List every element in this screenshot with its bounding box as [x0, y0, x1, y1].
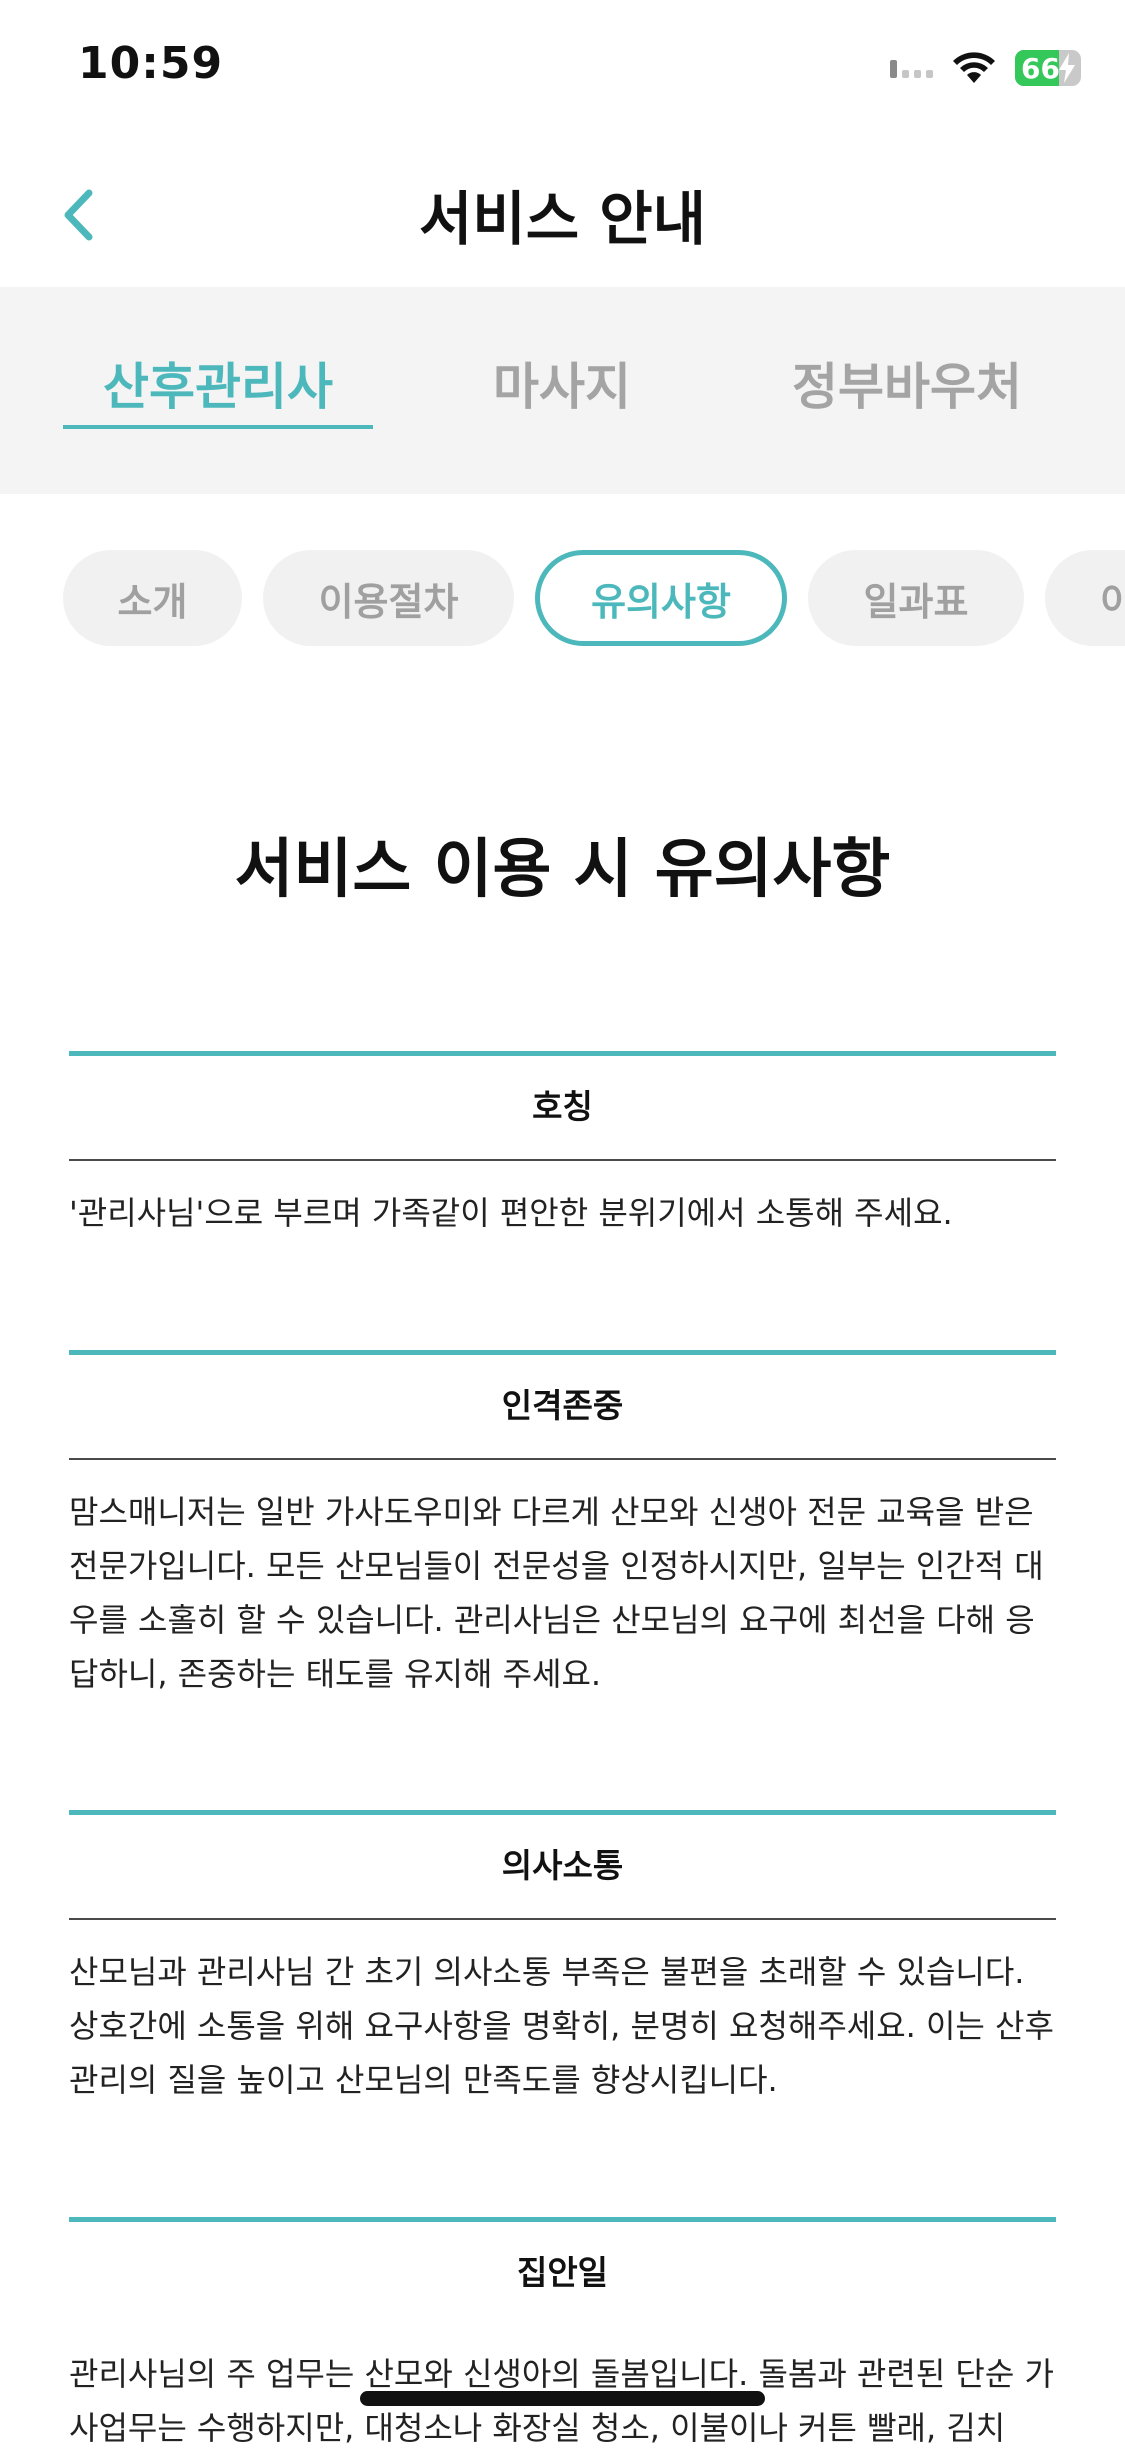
notice-body: 산모님과 관리사님 간 초기 의사소통 부족은 불편을 초래할 수 있습니다. … — [69, 1953, 1054, 2099]
section-divider — [69, 1458, 1056, 1460]
section-divider — [69, 1159, 1056, 1161]
subtab-procedure[interactable]: 이용절차 — [263, 550, 514, 646]
status-icons: 66 — [890, 48, 1081, 88]
wifi-icon — [953, 52, 995, 83]
active-tab-indicator — [63, 425, 373, 429]
notice-heading: 호칭 — [532, 1087, 593, 1126]
nav-bar: 서비스 안내 — [0, 150, 1125, 285]
charging-bolt-icon — [1059, 53, 1075, 83]
main-tab-bar: 산후관리사 마사지 정부바우처 — [0, 287, 1125, 494]
notice-body: '관리사님'으로 부르며 가족같이 편안한 분위기에서 소통해 주세요. — [69, 1194, 953, 1232]
battery-percent: 66 — [1021, 52, 1060, 85]
notice-body: 맘스매니저는 일반 가사도우미와 다르게 산모와 신생아 전문 교육을 받은 전… — [69, 1493, 1044, 1693]
notice-heading: 집안일 — [516, 2253, 609, 2292]
subtab-more[interactable]: 이 — [1045, 550, 1125, 646]
notice-heading: 의사소통 — [501, 1846, 624, 1885]
battery-icon: 66 — [1015, 50, 1081, 86]
page-title: 서비스 안내 — [419, 185, 706, 253]
notice-heading: 인격존중 — [501, 1386, 624, 1425]
subtab-precautions[interactable]: 유의사항 — [535, 550, 787, 646]
status-time: 10:59 — [78, 38, 224, 89]
tab-government-voucher[interactable]: 정부바우처 — [752, 347, 1062, 437]
content-title: 서비스 이용 시 유의사항 — [234, 833, 891, 907]
section-divider — [69, 1918, 1056, 1920]
cellular-signal-icon — [890, 58, 933, 78]
subtab-intro[interactable]: 소개 — [63, 550, 242, 646]
home-indicator[interactable] — [360, 2391, 765, 2406]
status-bar: 10:59 66 — [0, 0, 1125, 135]
tab-postpartum-care[interactable]: 산후관리사 — [63, 347, 373, 437]
subtab-daily-schedule[interactable]: 일과표 — [808, 550, 1024, 646]
tab-massage[interactable]: 마사지 — [407, 347, 717, 437]
sub-tab-bar[interactable]: 소개 이용절차 유의사항 일과표 이 — [0, 548, 1125, 648]
